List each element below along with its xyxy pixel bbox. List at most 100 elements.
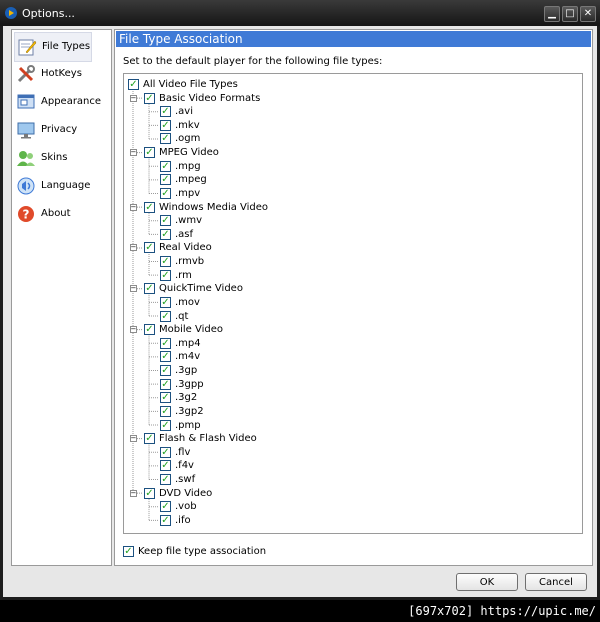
checkbox-check-icon: ✓	[160, 351, 171, 363]
svg-text:?: ?	[23, 208, 30, 222]
category-sidebar: File Types HotKeys Appearance Privacy Skins L…	[11, 29, 112, 566]
tree-item-label: .asf	[175, 228, 194, 240]
keep-association-label: Keep file type association	[138, 546, 267, 557]
tree-item-label: .mkv	[175, 119, 200, 131]
checkbox-check-icon: ✓	[128, 79, 139, 90]
checkbox-check-icon: ✓	[160, 501, 171, 513]
keep-association-check-icon: ✓	[123, 546, 134, 557]
sidebar-item-file-types[interactable]: File Types	[14, 32, 92, 62]
sidebar-item-appearance[interactable]: Appearance	[14, 88, 101, 116]
minimize-icon: ▁	[548, 8, 556, 19]
tree-item-label: .swf	[175, 473, 196, 485]
collapse-toggle-icon[interactable]: −	[129, 203, 137, 211]
collapse-toggle-icon[interactable]: −	[129, 489, 137, 497]
checkbox-check-icon: ✓	[160, 514, 171, 526]
checkbox-check-icon: ✓	[160, 187, 171, 199]
collapse-toggle-icon[interactable]: −	[129, 326, 137, 334]
tree-item-label: .rmvb	[175, 256, 205, 268]
title-bar[interactable]: Options... ▁ □ ✕	[0, 0, 600, 26]
privacy-icon	[16, 120, 36, 140]
tree-item-label: .3gp	[175, 365, 198, 377]
checkbox-check-icon: ✓	[144, 92, 155, 104]
tree-item-label: .mp4	[175, 337, 201, 349]
checkbox-check-icon: ✓	[160, 446, 171, 458]
tree-item-label: .wmv	[175, 215, 203, 227]
tree-item-label: All Video File Types	[143, 79, 238, 90]
tree-item-label: Real Video	[159, 242, 212, 254]
sidebar-item-hotkeys[interactable]: HotKeys	[14, 60, 90, 88]
checkbox-check-icon: ✓	[144, 433, 155, 445]
tree-item-label: QuickTime Video	[159, 283, 243, 295]
checkbox-check-icon: ✓	[144, 201, 155, 213]
tree-item-label: .3gpp	[175, 378, 204, 390]
collapse-toggle-icon[interactable]: −	[129, 435, 137, 443]
tree-item-label: .mov	[175, 296, 200, 308]
checkbox-check-icon: ✓	[160, 119, 171, 131]
cancel-button[interactable]: Cancel	[525, 573, 587, 591]
sidebar-item-about[interactable]: ? About	[14, 200, 90, 228]
checkbox-check-icon: ✓	[160, 174, 171, 186]
appearance-icon	[16, 92, 36, 112]
language-icon	[16, 176, 36, 196]
checkbox-check-icon: ✓	[160, 392, 171, 404]
collapse-toggle-icon[interactable]: −	[129, 244, 137, 252]
hotkeys-icon	[16, 64, 36, 84]
sidebar-item-privacy[interactable]: Privacy	[14, 116, 90, 144]
tree-item-label: Windows Media Video	[159, 201, 269, 213]
panel-title: File Type Association	[116, 31, 591, 47]
skins-icon	[16, 148, 36, 168]
checkbox-check-icon: ✓	[144, 242, 155, 254]
checkbox-check-icon: ✓	[144, 487, 155, 499]
tree-item-label: .3g2	[175, 392, 198, 404]
close-button[interactable]: ✕	[580, 6, 596, 22]
tree-item-label: DVD Video	[159, 487, 213, 499]
collapse-toggle-icon[interactable]: −	[129, 149, 137, 157]
tree-item-label: .ogm	[175, 133, 201, 145]
checkbox-check-icon: ✓	[160, 310, 171, 322]
checkbox-check-icon: ✓	[160, 228, 171, 240]
tree-item-label: .m4v	[175, 351, 201, 363]
minimize-button[interactable]: ▁	[544, 6, 560, 22]
checkbox-check-icon: ✓	[144, 324, 155, 336]
tree-item-label: .rm	[175, 269, 192, 281]
sidebar-item-label: File Types	[42, 41, 91, 52]
tree-item-label: .mpv	[175, 187, 201, 199]
checkbox-check-icon: ✓	[160, 473, 171, 485]
file-type-panel: File Type Association Set to the default…	[114, 29, 593, 566]
maximize-button[interactable]: □	[562, 6, 578, 22]
maximize-icon: □	[565, 8, 575, 19]
about-icon: ?	[16, 204, 36, 224]
sidebar-item-label: Skins	[41, 152, 68, 163]
sidebar-item-label: HotKeys	[41, 68, 82, 79]
checkbox-check-icon: ✓	[160, 460, 171, 472]
checkbox-check-icon: ✓	[160, 378, 171, 390]
checkbox-check-icon: ✓	[160, 296, 171, 308]
ok-button[interactable]: OK	[456, 573, 518, 591]
tree-item-label: .flv	[175, 446, 191, 458]
file-type-tree[interactable]: ✓ All Video File Types − ✓ Basic Video Forma…	[123, 73, 583, 534]
checkbox-check-icon: ✓	[144, 147, 155, 159]
tree-item-label: .qt	[175, 310, 189, 322]
tree-item-label: Mobile Video	[159, 324, 223, 336]
status-bar: [697x702] https://upic.me/	[0, 600, 600, 622]
checkbox-check-icon: ✓	[160, 106, 171, 118]
checkbox-check-icon: ✓	[160, 365, 171, 377]
tree-item-label: .f4v	[175, 460, 194, 472]
collapse-toggle-icon[interactable]: −	[129, 94, 137, 102]
sidebar-item-language[interactable]: Language	[14, 172, 90, 200]
collapse-toggle-icon[interactable]: −	[129, 285, 137, 293]
status-text: [697x702] https://upic.me/	[408, 604, 596, 618]
checkbox-check-icon: ✓	[160, 133, 171, 145]
close-icon: ✕	[583, 8, 593, 19]
checkbox-check-icon: ✓	[160, 269, 171, 281]
checkbox-check-icon: ✓	[160, 215, 171, 227]
checkbox-check-icon: ✓	[144, 283, 155, 295]
sidebar-item-label: Language	[41, 180, 91, 191]
tree-item-label: .mpg	[175, 160, 201, 172]
checkbox-check-icon: ✓	[160, 256, 171, 268]
sidebar-item-skins[interactable]: Skins	[14, 144, 90, 172]
tree-item-label: .vob	[175, 501, 197, 513]
tree-item-label: Flash & Flash Video	[159, 433, 257, 445]
tree-item-label: .pmp	[175, 419, 201, 431]
tree-item-label: .avi	[175, 106, 194, 118]
